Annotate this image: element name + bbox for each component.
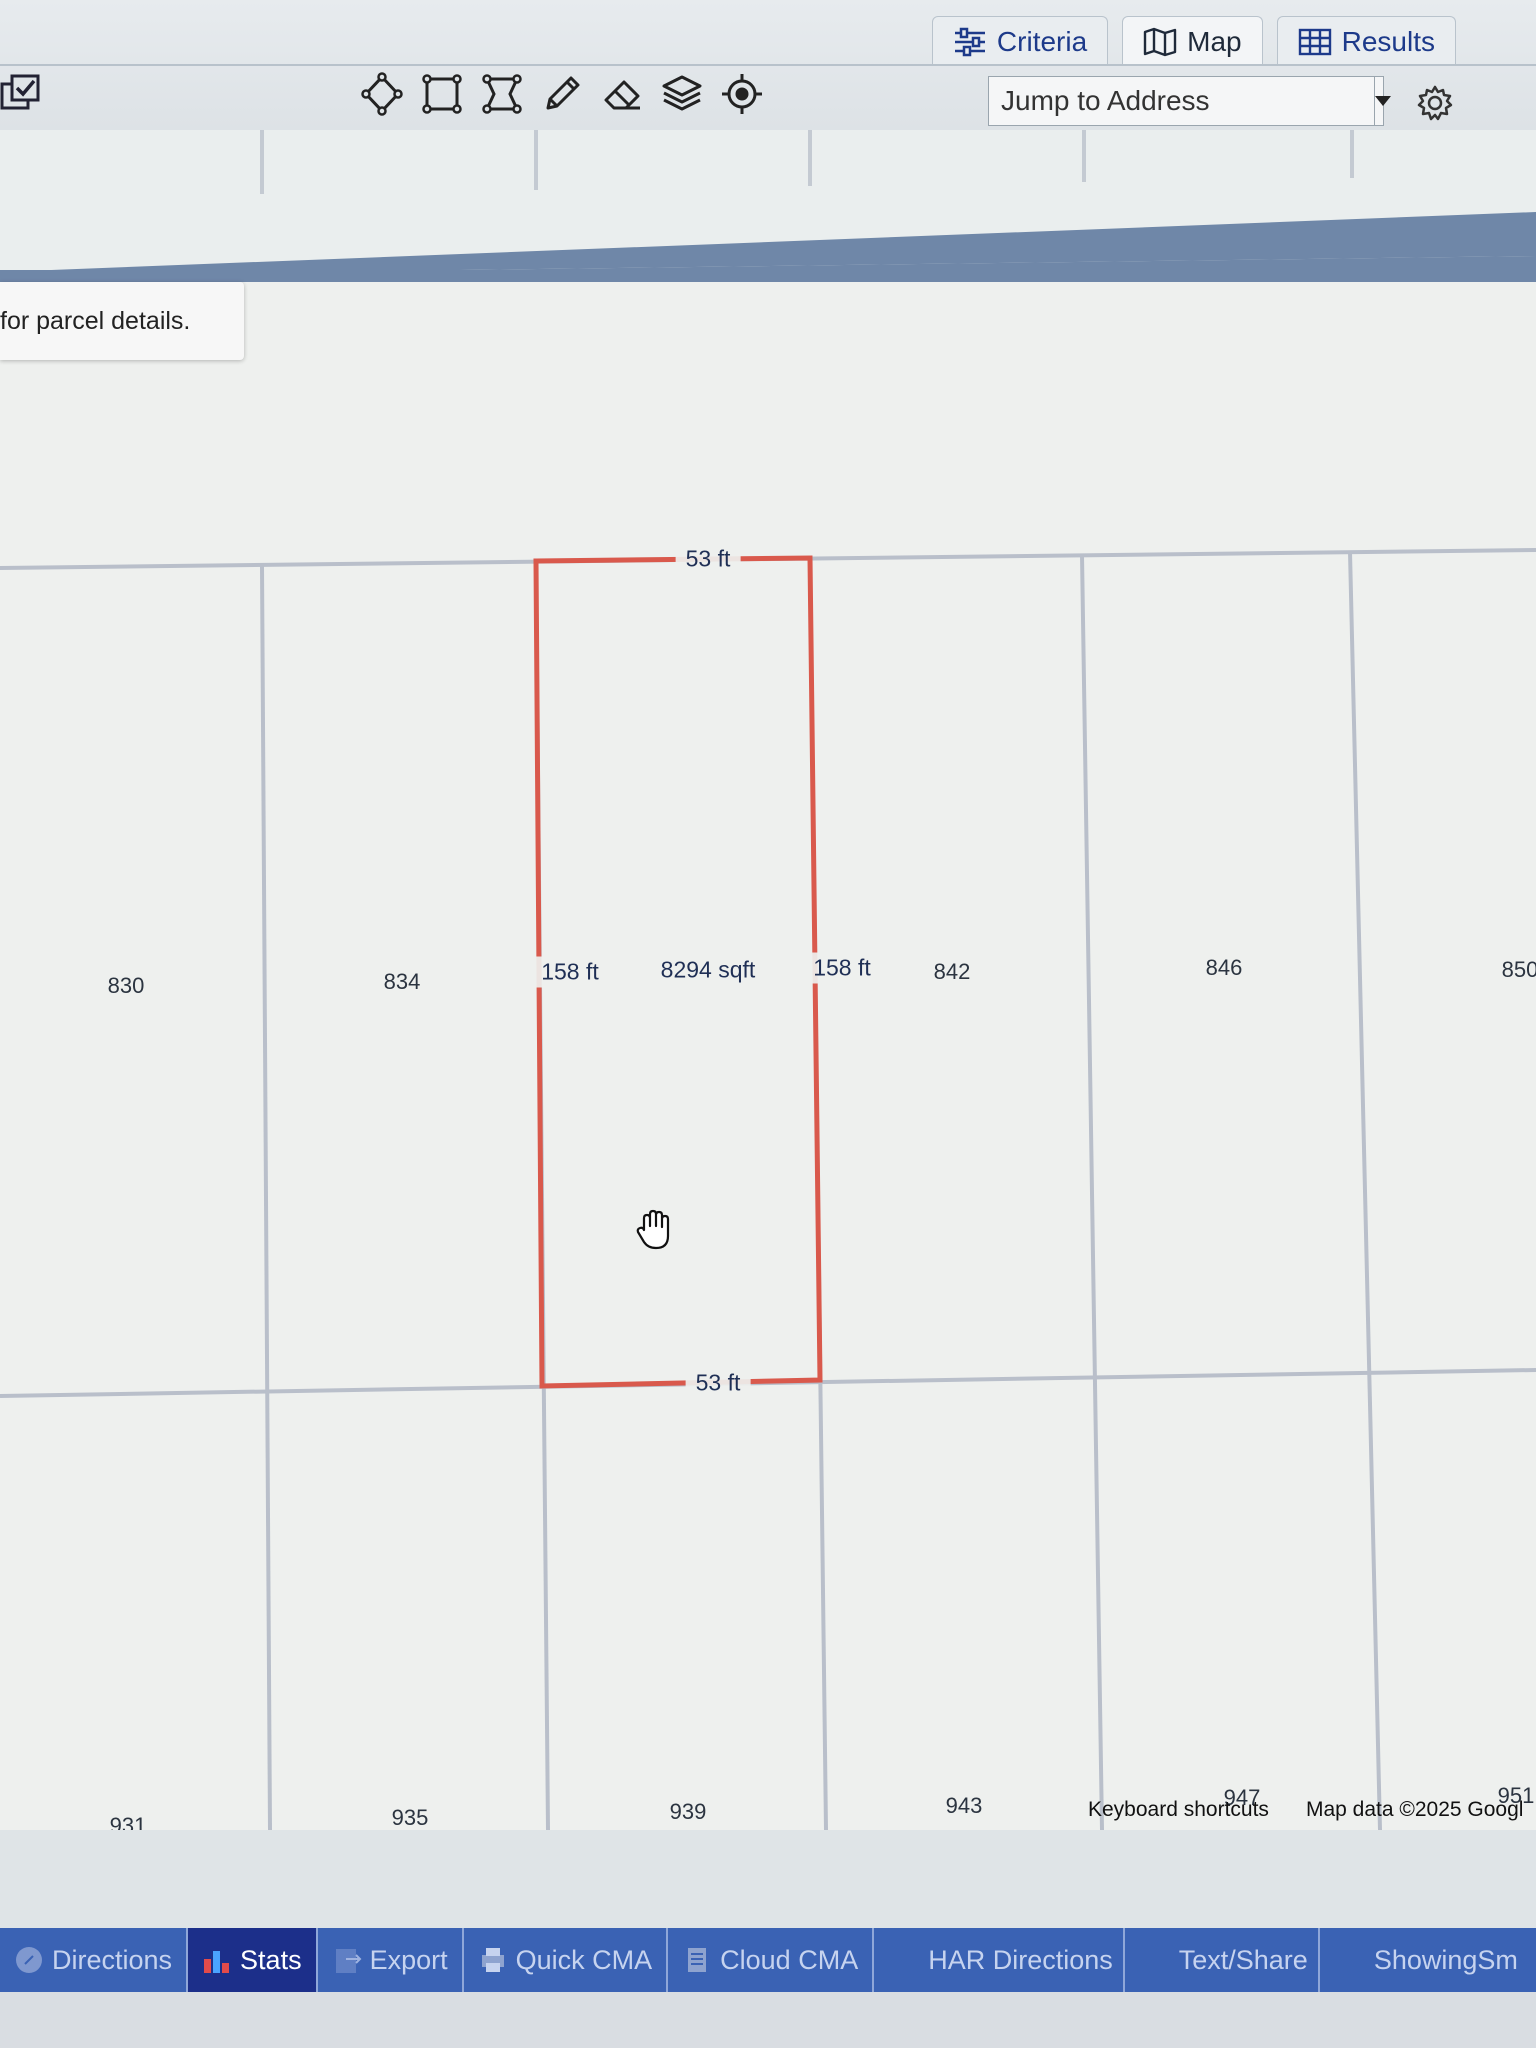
eraser-button[interactable] xyxy=(598,70,646,118)
export-label: Export xyxy=(369,1944,448,1975)
parcel-area: 8294 sqft xyxy=(650,954,766,986)
page-footer xyxy=(0,1992,1536,2048)
jump-to-address-input[interactable] xyxy=(989,77,1374,125)
edit-shape-icon xyxy=(482,74,522,114)
pencil-icon xyxy=(546,76,580,110)
har-directions-label: HAR Directions xyxy=(928,1944,1113,1975)
parcel-map[interactable]: for parcel details. 830 834 842 846 850 … xyxy=(0,130,1536,1830)
showing-button[interactable]: ShowingSm xyxy=(1320,1928,1532,1992)
layers-button[interactable] xyxy=(658,70,706,118)
draw-polygon-button[interactable] xyxy=(358,70,406,118)
bar-chart-icon xyxy=(204,1951,230,1973)
gear-icon[interactable] xyxy=(1416,84,1454,122)
showing-label: ShowingSm xyxy=(1373,1944,1518,1975)
parcel-lines xyxy=(0,548,1536,1830)
quick-cma-label: Quick CMA xyxy=(515,1944,653,1975)
layers-icon xyxy=(662,75,702,111)
directions-label: Directions xyxy=(52,1944,173,1975)
tab-results[interactable]: Results xyxy=(1276,16,1456,66)
text-share-label: Text/Share xyxy=(1178,1944,1308,1975)
caret-down-icon xyxy=(1375,96,1391,106)
parcel-label: 939 xyxy=(669,1799,707,1824)
quick-cma-button[interactable]: Quick CMA xyxy=(464,1928,669,1992)
compass-icon xyxy=(16,1947,42,1973)
map-icon xyxy=(1143,27,1177,56)
edit-shape-button[interactable] xyxy=(478,70,526,118)
sliders-icon xyxy=(954,27,985,56)
eraser-icon xyxy=(604,80,640,110)
action-bar: Directions Stats Export Quick CMA Cloud … xyxy=(0,1928,1536,1992)
parcel-bottom-width: 53 ft xyxy=(685,1367,751,1399)
tab-criteria-label: Criteria xyxy=(996,25,1088,57)
map-canvas xyxy=(0,130,1536,1830)
parcel-top-width: 53 ft xyxy=(675,543,741,575)
parcel-label: 842 xyxy=(933,959,971,984)
keyboard-shortcuts-link[interactable]: Keyboard shortcuts xyxy=(1088,1798,1269,1822)
street-band-edge xyxy=(0,270,1536,282)
parcel-right-depth: 158 ft xyxy=(803,952,881,984)
draw-rectangle-button[interactable] xyxy=(418,70,466,118)
locate-target-icon xyxy=(722,74,762,114)
hand-cursor-icon xyxy=(636,1209,670,1250)
printer-icon xyxy=(481,1948,504,1972)
cloud-cma-button[interactable]: Cloud CMA xyxy=(668,1928,875,1992)
tab-divider xyxy=(0,64,1536,66)
view-tabs: Criteria Map Results xyxy=(931,16,1456,66)
directions-button[interactable]: Directions xyxy=(0,1928,189,1992)
parcel-label: 834 xyxy=(383,969,421,994)
parcel-left-depth: 158 ft xyxy=(531,956,609,988)
export-button[interactable]: Export xyxy=(318,1928,464,1992)
pencil-button[interactable] xyxy=(538,70,586,118)
parcel-label: 850 xyxy=(1501,957,1536,982)
stats-button[interactable]: Stats xyxy=(188,1928,318,1992)
top-bar: Criteria Map Results xyxy=(0,0,1536,130)
table-grid-icon xyxy=(1298,28,1331,55)
parcel-label: 846 xyxy=(1205,955,1243,980)
draw-toolbar xyxy=(358,70,766,118)
parcel-label: 943 xyxy=(945,1793,983,1818)
locate-button[interactable] xyxy=(718,70,766,118)
tooltip-text: for parcel details. xyxy=(0,306,191,335)
cloud-cma-label: Cloud CMA xyxy=(720,1944,859,1975)
draw-polygon-icon xyxy=(361,72,403,116)
map-data-attribution: Map data ©2025 Googl xyxy=(1306,1798,1524,1821)
parcel-label: 830 xyxy=(107,973,145,998)
checkbox-stack-icon[interactable] xyxy=(0,72,48,112)
tab-map-label: Map xyxy=(1187,25,1242,57)
tab-criteria[interactable]: Criteria xyxy=(931,16,1109,66)
parcel-label: 935 xyxy=(391,1805,429,1830)
tab-results-label: Results xyxy=(1341,25,1435,57)
tab-map[interactable]: Map xyxy=(1122,16,1263,66)
jump-dropdown-button[interactable] xyxy=(1374,77,1391,125)
text-share-button[interactable]: Text/Share xyxy=(1125,1928,1320,1992)
draw-rectangle-icon xyxy=(422,74,462,114)
stats-label: Stats xyxy=(240,1944,302,1975)
jump-to-address xyxy=(988,76,1391,126)
document-icon xyxy=(688,1948,707,1972)
parcel-label: 931 xyxy=(109,1813,147,1830)
export-icon xyxy=(335,1949,361,1973)
parcel-tooltip: for parcel details. xyxy=(0,282,244,360)
har-directions-button[interactable]: HAR Directions xyxy=(874,1928,1125,1992)
